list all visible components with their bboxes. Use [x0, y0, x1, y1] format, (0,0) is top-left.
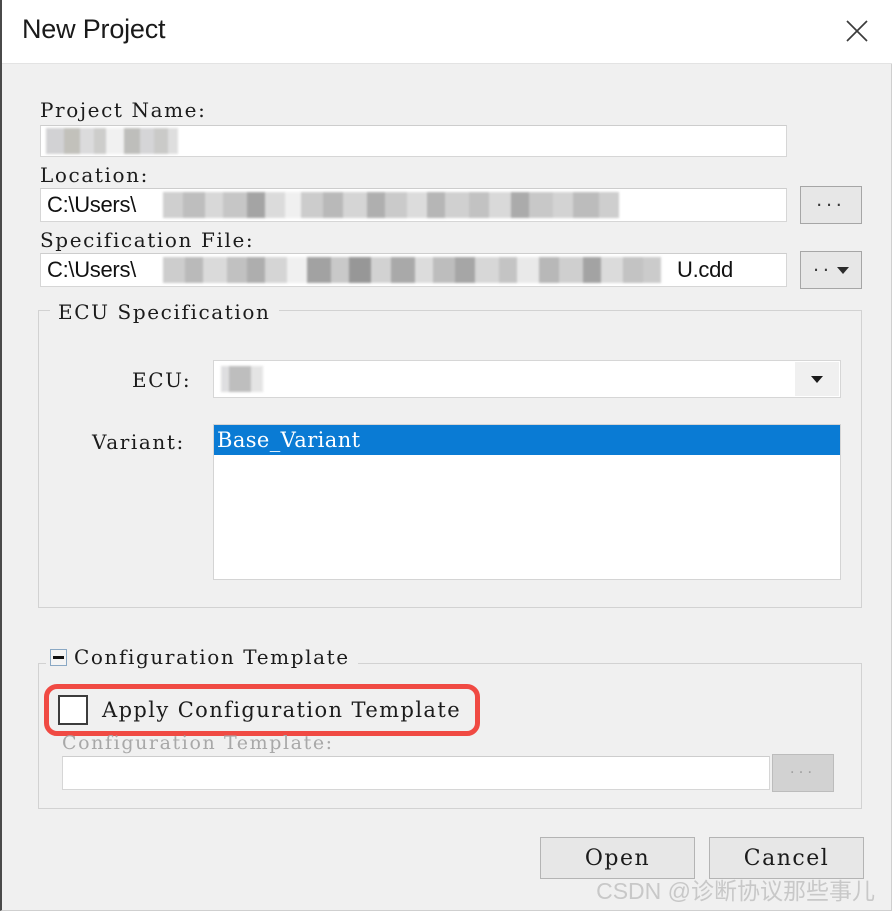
configuration-template-group-title: Configuration Template	[46, 645, 358, 669]
location-value: C:\Users\	[47, 192, 136, 217]
ecu-value-redaction	[221, 366, 263, 392]
ecu-label: ECU:	[132, 368, 192, 392]
list-item[interactable]: Base_Variant	[214, 425, 840, 455]
specification-file-input[interactable]: C:\Users\ U.cdd	[40, 253, 787, 287]
specification-file-browse-button[interactable]: ..	[800, 251, 862, 289]
dialog-titlebar: New Project	[2, 0, 892, 64]
ecu-combobox[interactable]	[213, 360, 841, 398]
apply-configuration-template-label: Apply Configuration Template	[102, 698, 462, 722]
apply-configuration-template-checkbox[interactable]	[58, 695, 88, 725]
close-icon[interactable]	[830, 6, 884, 56]
ellipsis-icon: ...	[789, 758, 817, 777]
project-name-input[interactable]	[40, 125, 787, 157]
minus-box-icon[interactable]	[50, 649, 67, 666]
chevron-down-icon[interactable]	[795, 362, 839, 396]
new-project-dialog: New Project Project Name: Location: C:\U…	[0, 0, 892, 911]
watermark: CSDN @诊断协议那些事儿	[596, 878, 875, 904]
open-button-label: Open	[584, 845, 651, 871]
cancel-button-label: Cancel	[743, 845, 830, 871]
location-input[interactable]: C:\Users\	[40, 188, 787, 222]
project-name-redaction	[46, 128, 178, 154]
ellipsis-icon: ..	[813, 253, 833, 276]
specification-file-value-suffix: U.cdd	[677, 257, 733, 282]
configuration-template-field-label: Configuration Template:	[62, 732, 334, 754]
ecu-specification-group-title: ECU Specification	[50, 300, 279, 324]
configuration-template-input[interactable]	[62, 756, 770, 790]
dialog-title: New Project	[22, 14, 166, 44]
location-browse-button[interactable]: ...	[800, 186, 862, 224]
ellipsis-icon: ...	[816, 188, 846, 211]
specification-file-label: Specification File:	[40, 228, 255, 252]
apply-configuration-template-row[interactable]: Apply Configuration Template	[58, 695, 461, 725]
variant-listbox[interactable]: Base_Variant	[213, 424, 841, 580]
location-redaction	[163, 192, 619, 218]
location-label: Location:	[40, 163, 149, 187]
configuration-template-browse-button[interactable]: ...	[772, 754, 834, 792]
chevron-down-icon[interactable]	[837, 266, 849, 274]
specification-file-value-prefix: C:\Users\	[47, 257, 136, 282]
specification-file-redaction	[163, 257, 661, 283]
variant-label: Variant:	[92, 430, 185, 454]
project-name-label: Project Name:	[40, 98, 207, 122]
